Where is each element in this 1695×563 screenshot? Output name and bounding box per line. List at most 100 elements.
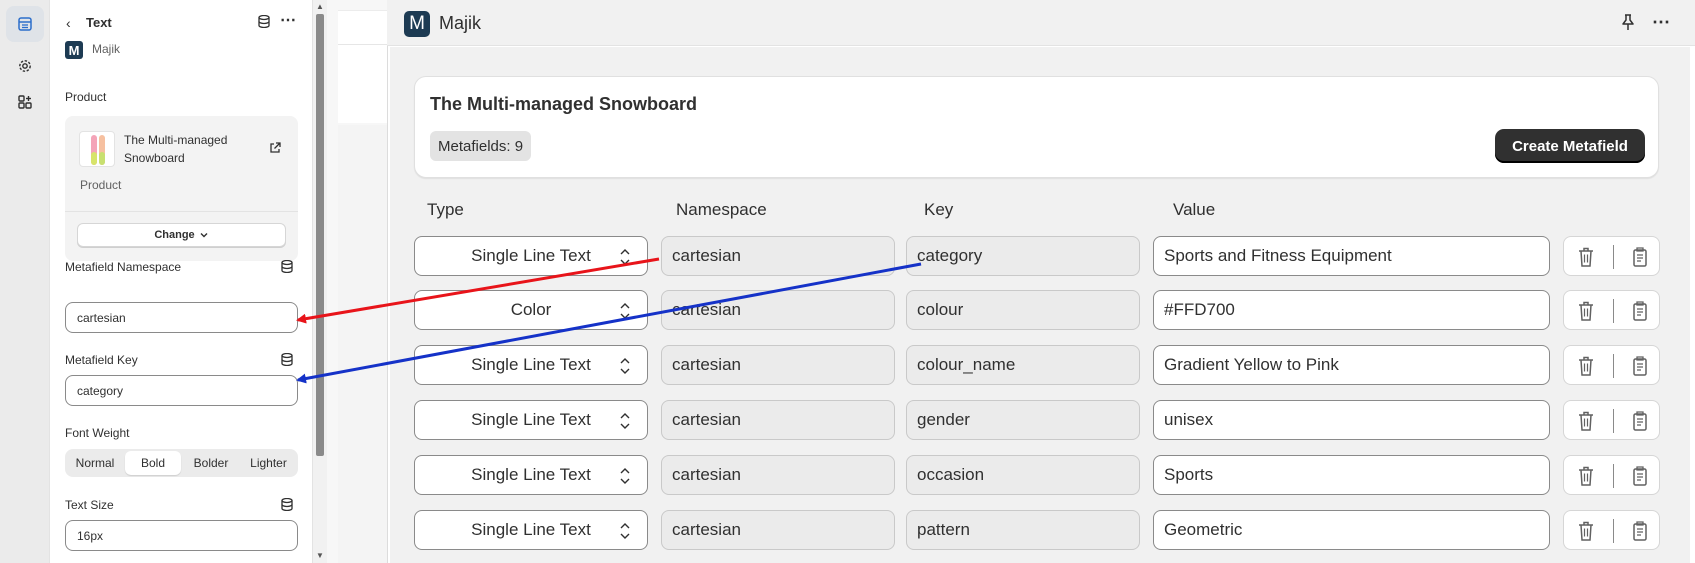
type-select[interactable]: Single Line Text (414, 455, 648, 495)
apps-add-icon[interactable] (6, 84, 44, 120)
clipboard-icon[interactable] (1628, 519, 1650, 548)
preview-block (338, 125, 387, 563)
card-title: The Multi-managed Snowboard (430, 94, 698, 114)
row-actions (1563, 455, 1660, 495)
namespace-field[interactable]: cartesian (661, 345, 895, 385)
product-thumbnail (79, 131, 115, 167)
row-actions (1563, 290, 1660, 330)
preview-block (338, 10, 387, 123)
select-chevron-icon (620, 523, 630, 539)
trash-icon[interactable] (1575, 409, 1597, 438)
select-chevron-icon (620, 303, 630, 319)
panel-title: Text (86, 15, 112, 30)
metafield-row: Single Line Text cartesian colour_name G… (0, 345, 1695, 385)
type-select[interactable]: Single Line Text (414, 236, 648, 276)
row-actions (1563, 345, 1660, 385)
app-window: ‹ Text ⋯ M Majik Product The Multi-manag… (0, 0, 1695, 563)
metafield-row: Single Line Text cartesian pattern Geome… (0, 510, 1695, 550)
type-select-value: Single Line Text (471, 355, 591, 374)
select-chevron-icon (620, 358, 630, 374)
divider (1613, 464, 1614, 488)
divider (1613, 519, 1614, 543)
column-header-key: Key (924, 200, 954, 219)
namespace-field[interactable]: cartesian (661, 455, 895, 495)
metafield-row: Single Line Text cartesian occasion Spor… (0, 455, 1695, 495)
product-label: Product (65, 90, 107, 104)
trash-icon[interactable] (1575, 519, 1597, 548)
app-header (387, 0, 1695, 46)
column-header-namespace: Namespace (676, 200, 767, 219)
column-header-value: Value (1173, 200, 1216, 219)
key-field[interactable]: category (906, 236, 1140, 276)
type-select[interactable]: Color (414, 290, 648, 330)
type-select-value: Single Line Text (471, 520, 591, 539)
layout-icon[interactable] (6, 6, 44, 42)
divider (338, 44, 387, 45)
clipboard-icon[interactable] (1628, 464, 1650, 493)
key-field[interactable]: occasion (906, 455, 1140, 495)
scroll-down-icon[interactable]: ▼ (316, 551, 324, 560)
type-select[interactable]: Single Line Text (414, 345, 648, 385)
namespace-field[interactable]: cartesian (661, 400, 895, 440)
app-name: Majik (92, 42, 121, 56)
select-chevron-icon (620, 249, 630, 265)
external-link-icon[interactable] (269, 141, 281, 159)
divider (1613, 354, 1614, 378)
more-icon[interactable]: ⋯ (280, 10, 297, 30)
divider (1613, 245, 1614, 269)
key-field[interactable]: pattern (906, 510, 1140, 550)
type-select[interactable]: Single Line Text (414, 400, 648, 440)
namespace-field[interactable]: cartesian (661, 290, 895, 330)
product-name: The Multi-managed Snowboard (124, 133, 228, 165)
scroll-thumb[interactable] (316, 14, 324, 456)
clipboard-icon[interactable] (1628, 299, 1650, 328)
pin-icon[interactable] (1620, 13, 1636, 36)
back-icon[interactable]: ‹ (66, 15, 71, 31)
divider (1613, 409, 1614, 433)
database-icon[interactable] (258, 14, 270, 33)
divider (65, 211, 298, 212)
type-select[interactable]: Single Line Text (414, 510, 648, 550)
metafield-row: Single Line Text cartesian category Spor… (0, 236, 1695, 276)
trash-icon[interactable] (1575, 299, 1597, 328)
metafield-row: Single Line Text cartesian gender unisex (0, 400, 1695, 440)
value-field[interactable]: Sports and Fitness Equipment (1153, 236, 1550, 276)
product-type: Product (80, 178, 122, 192)
type-select-value: Single Line Text (471, 465, 591, 484)
namespace-field[interactable]: cartesian (661, 510, 895, 550)
type-select-value: Single Line Text (471, 410, 591, 429)
key-field[interactable]: colour (906, 290, 1140, 330)
metafield-row: Color cartesian colour #FFD700 (0, 290, 1695, 330)
select-chevron-icon (620, 468, 630, 484)
namespace-field[interactable]: cartesian (661, 236, 895, 276)
summary-card: The Multi-managed Snowboard Metafields: … (414, 76, 1659, 178)
clipboard-icon[interactable] (1628, 409, 1650, 438)
value-field[interactable]: #FFD700 (1153, 290, 1550, 330)
more-icon[interactable]: ⋯ (1652, 12, 1671, 33)
trash-icon[interactable] (1575, 354, 1597, 383)
app-logo-icon: M (65, 41, 83, 59)
trash-icon[interactable] (1575, 245, 1597, 274)
scroll-up-icon[interactable]: ▲ (316, 2, 324, 11)
gear-icon[interactable] (6, 48, 44, 84)
value-field[interactable]: unisex (1153, 400, 1550, 440)
metafields-count-badge: Metafields: 9 (430, 131, 532, 161)
app-logo-icon: M (404, 11, 430, 37)
trash-icon[interactable] (1575, 464, 1597, 493)
column-header-type: Type (427, 200, 464, 219)
value-field[interactable]: Sports (1153, 455, 1550, 495)
value-field[interactable]: Geometric (1153, 510, 1550, 550)
row-actions (1563, 236, 1660, 276)
clipboard-icon[interactable] (1628, 354, 1650, 383)
clipboard-icon[interactable] (1628, 245, 1650, 274)
key-field[interactable]: colour_name (906, 345, 1140, 385)
type-select-value: Color (510, 300, 552, 319)
row-actions (1563, 510, 1660, 550)
key-field[interactable]: gender (906, 400, 1140, 440)
value-field[interactable]: Gradient Yellow to Pink (1153, 345, 1550, 385)
create-metafield-button[interactable]: Create Metafield (1495, 129, 1645, 163)
row-actions (1563, 400, 1660, 440)
type-select-value: Single Line Text (471, 246, 591, 265)
select-chevron-icon (620, 413, 630, 429)
divider (1613, 299, 1614, 323)
